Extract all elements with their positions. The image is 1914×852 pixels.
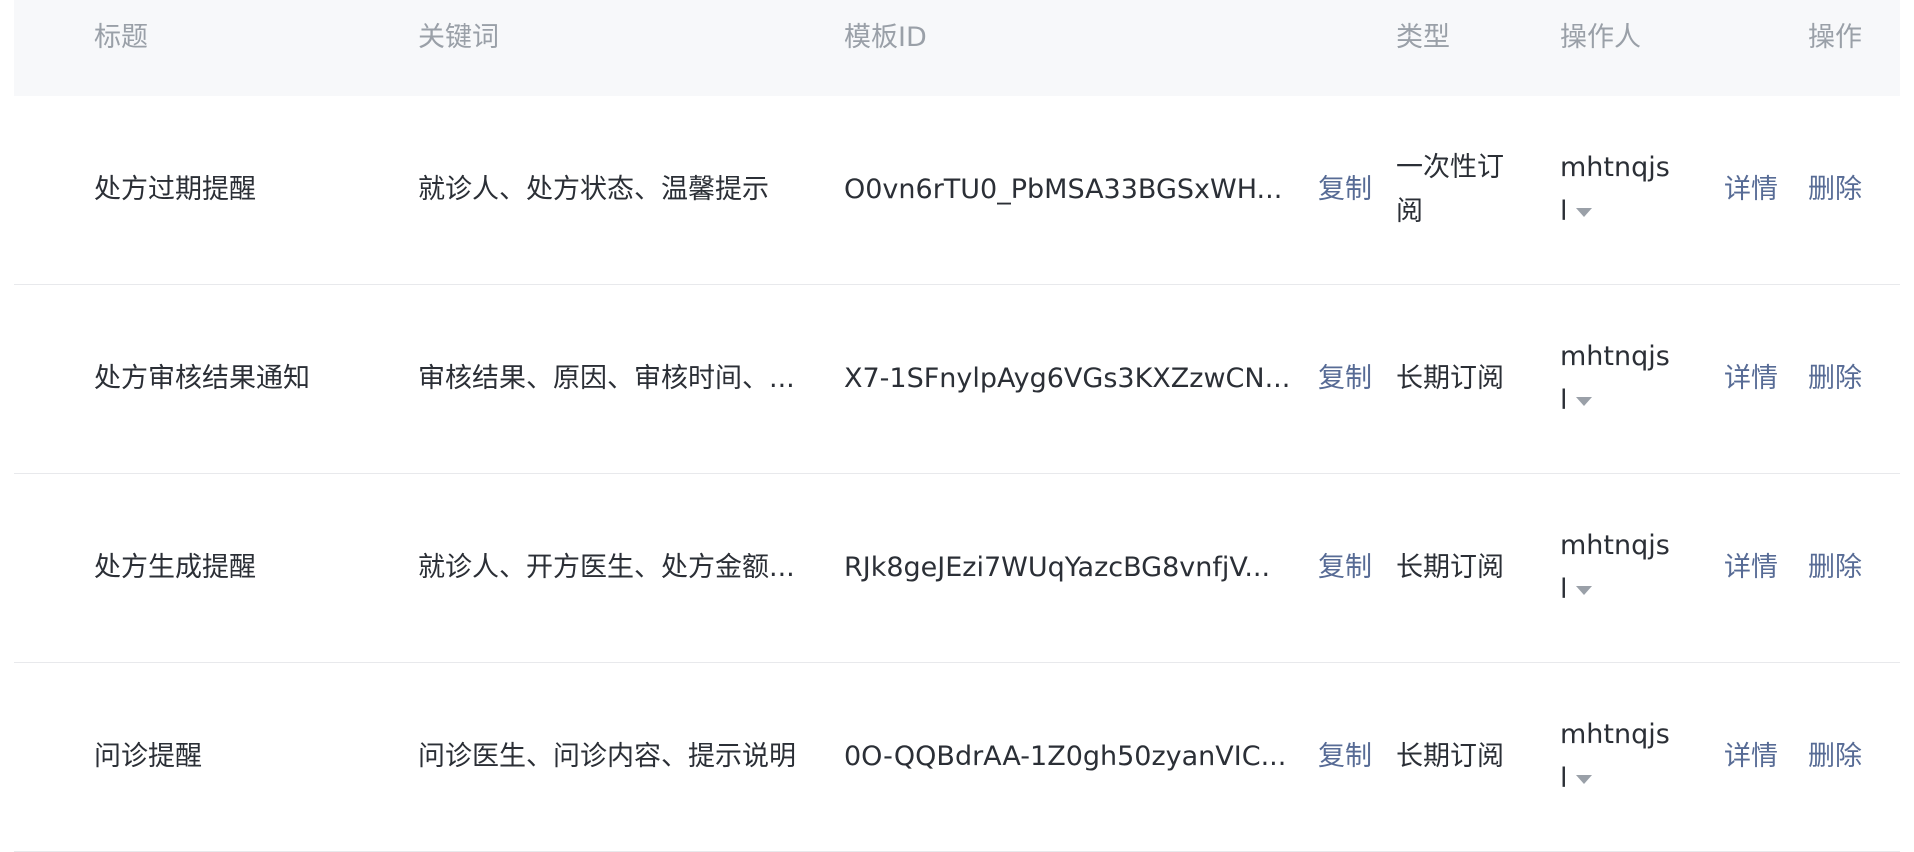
column-header-keywords: 关键词 [418,22,499,53]
column-header-actions: 操作 [1808,22,1862,53]
template-table: 标题 关键词 模板ID 类型 操作人 操作 处方过期提醒 就诊人、处方状态、温馨… [14,0,1900,852]
operator-name-overflow: l [1560,574,1568,605]
operator-dropdown[interactable]: mhtnqjs l [1560,713,1682,801]
operator-dropdown[interactable]: mhtnqjs l [1560,146,1682,234]
copy-button[interactable]: 复制 [1318,735,1372,779]
row-keywords: 就诊人、处方状态、温馨提示 [418,174,769,205]
row-template-id: 0O-QQBdrAA-1Z0gh50zyanVIC... [844,741,1287,772]
row-title: 处方审核结果通知 [94,363,310,394]
table-row: 处方审核结果通知 审核结果、原因、审核时间、... X7-1SFnylpAyg6… [14,285,1900,474]
operator-dropdown[interactable]: mhtnqjs l [1560,335,1682,423]
delete-button[interactable]: 删除 [1808,735,1862,779]
row-template-id: RJk8geJEzi7WUqYazcBG8vnfjV... [844,552,1271,583]
operator-name-overflow: l [1560,385,1568,416]
caret-down-icon [1575,208,1592,217]
operator-name: mhtnqjs [1560,719,1670,750]
delete-button[interactable]: 删除 [1808,546,1862,590]
copy-button[interactable]: 复制 [1318,546,1372,590]
operator-name: mhtnqjs [1560,152,1670,183]
detail-button[interactable]: 详情 [1724,357,1778,401]
row-type: 长期订阅 [1396,552,1504,583]
row-keywords: 问诊医生、问诊内容、提示说明 [418,741,796,772]
row-template-id: X7-1SFnylpAyg6VGs3KXZzwCN... [844,363,1291,394]
copy-button[interactable]: 复制 [1318,168,1372,212]
row-keywords: 审核结果、原因、审核时间、... [418,363,795,394]
row-type: 长期订阅 [1396,363,1504,394]
delete-button[interactable]: 删除 [1808,357,1862,401]
detail-button[interactable]: 详情 [1724,735,1778,779]
detail-button[interactable]: 详情 [1724,546,1778,590]
column-header-title: 标题 [94,22,148,53]
caret-down-icon [1575,586,1592,595]
table-row: 问诊提醒 问诊医生、问诊内容、提示说明 0O-QQBdrAA-1Z0gh50zy… [14,663,1900,852]
row-title: 问诊提醒 [94,741,202,772]
row-keywords: 就诊人、开方医生、处方金额... [418,552,795,583]
caret-down-icon [1575,775,1592,784]
table-row: 处方生成提醒 就诊人、开方医生、处方金额... RJk8geJEzi7WUqYa… [14,474,1900,663]
row-title: 处方过期提醒 [94,174,256,205]
column-header-operator: 操作人 [1560,22,1641,53]
row-type: 一次性订阅 [1396,152,1504,227]
copy-button[interactable]: 复制 [1318,357,1372,401]
operator-name-overflow: l [1560,196,1568,227]
row-template-id: O0vn6rTU0_PbMSA33BGSxWH... [844,174,1283,205]
operator-name: mhtnqjs [1560,341,1670,372]
column-header-type: 类型 [1396,22,1450,53]
operator-name-overflow: l [1560,763,1568,794]
caret-down-icon [1575,397,1592,406]
row-title: 处方生成提醒 [94,552,256,583]
column-header-template-id: 模板ID [844,22,927,53]
delete-button[interactable]: 删除 [1808,168,1862,212]
row-type: 长期订阅 [1396,741,1504,772]
operator-dropdown[interactable]: mhtnqjs l [1560,524,1682,612]
detail-button[interactable]: 详情 [1724,168,1778,212]
table-row: 处方过期提醒 就诊人、处方状态、温馨提示 O0vn6rTU0_PbMSA33BG… [14,96,1900,285]
table-header: 标题 关键词 模板ID 类型 操作人 操作 [14,0,1900,96]
operator-name: mhtnqjs [1560,530,1670,561]
